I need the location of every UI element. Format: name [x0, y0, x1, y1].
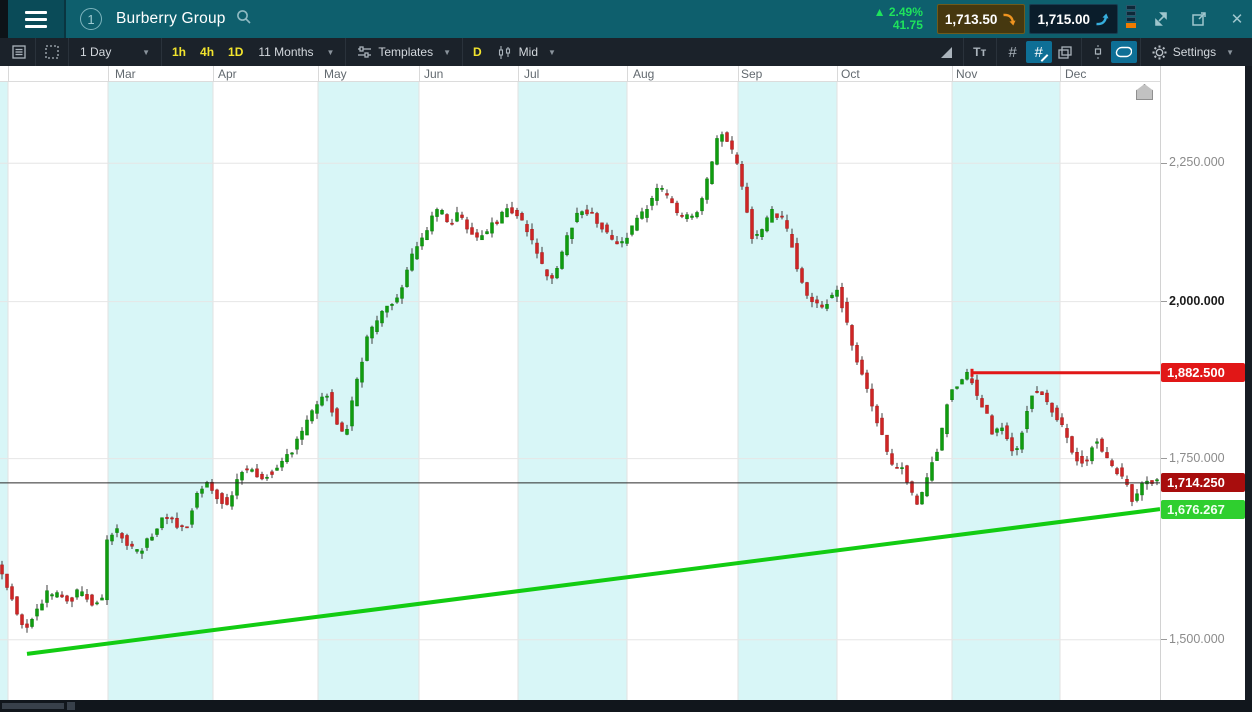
y-tick-mark — [1161, 162, 1167, 164]
current-price-label: 1,714.250 — [1161, 473, 1245, 493]
up-triangle-icon: ▲ — [873, 5, 886, 19]
y-tick-label: 1,750.000 — [1169, 450, 1225, 465]
hamburger-menu-button[interactable] — [8, 0, 66, 38]
windows-layers-icon[interactable] — [1052, 41, 1078, 63]
month-label: Oct — [841, 67, 860, 81]
instrument-title: Burberry Group — [116, 10, 226, 27]
price-up-arrow-icon — [1096, 13, 1109, 25]
sliders-icon — [358, 46, 372, 58]
month-separator — [419, 66, 420, 82]
resistance-price-label: 1,882.500 — [1161, 363, 1245, 383]
hamburger-icon — [25, 10, 47, 14]
chevron-down-icon: ▼ — [548, 47, 556, 57]
chevron-down-icon: ▼ — [142, 47, 150, 57]
titlebar-left-pad — [0, 0, 8, 38]
candlestick-icon — [498, 45, 510, 59]
month-separator — [108, 66, 109, 82]
change-absolute: 41.75 — [892, 18, 923, 32]
chart-toolbar: 1 Day ▼ 1h 4h 1D 11 Months ▼ Templates ▼… — [0, 38, 1252, 66]
month-separator — [518, 66, 519, 82]
daily-period-button[interactable]: D — [466, 41, 489, 63]
x-axis-month-header[interactable]: Mar Apr May Jun Jul Aug Sep Oct Nov Dec — [0, 66, 1160, 82]
grid-toggle-icon[interactable]: # — [1000, 41, 1026, 63]
price-style-dropdown[interactable]: Mid ▼ — [489, 40, 564, 64]
scrollbar-handle[interactable] — [67, 702, 75, 710]
market-depth-icon[interactable] — [1126, 5, 1138, 33]
search-icon[interactable] — [236, 9, 252, 30]
templates-dropdown[interactable]: Templates ▼ — [349, 40, 459, 64]
shape-tool-icon[interactable] — [1110, 41, 1137, 63]
y-tick-mark — [1161, 639, 1167, 641]
timeframe-4h-button[interactable]: 4h — [193, 41, 221, 63]
month-label: Sep — [741, 67, 763, 81]
window-number-badge: 1 — [80, 8, 102, 30]
chevron-down-icon: ▼ — [443, 47, 451, 57]
draw-tool-icon[interactable] — [934, 41, 960, 63]
window-right-edge — [1245, 66, 1252, 700]
sell-price-button[interactable]: 1,713.50 — [936, 4, 1026, 34]
month-separator — [1060, 66, 1061, 82]
price-chart[interactable]: Mar Apr May Jun Jul Aug Sep Oct Nov Dec 2,250.000… — [0, 66, 1252, 700]
change-block: ▲ 2.49% 41.75 — [874, 6, 923, 32]
y-tick-label: 2,250.000 — [1169, 155, 1225, 170]
month-separator — [837, 66, 838, 82]
month-label: May — [324, 67, 347, 81]
settings-button[interactable]: Settings ▼ — [1144, 40, 1242, 64]
candlestick-plot[interactable] — [0, 82, 1160, 700]
timeframe-1d-button[interactable]: 1D — [221, 41, 250, 63]
y-tick-label: 1,500.000 — [1169, 631, 1225, 646]
text-tool-icon[interactable]: Tᴛ — [967, 41, 993, 63]
month-separator — [318, 66, 319, 82]
close-icon[interactable]: ✕ — [1222, 5, 1252, 33]
order-list-icon[interactable] — [6, 41, 32, 63]
month-separator — [738, 66, 739, 82]
trading-app-window: 1 Burberry Group ▲ 2.49% 41.75 1,713.50 … — [0, 0, 1252, 712]
popout-icon[interactable] — [1184, 5, 1214, 33]
chart-range-dropdown[interactable]: 11 Months ▼ — [250, 40, 342, 64]
y-tick-mark — [1161, 301, 1167, 303]
chevron-down-icon: ▼ — [326, 47, 335, 57]
chevron-down-icon: ▼ — [1226, 47, 1234, 57]
month-separator — [8, 66, 9, 82]
month-separator — [952, 66, 953, 82]
gear-icon — [1152, 45, 1167, 59]
month-label: Nov — [956, 67, 978, 81]
timeframe-1h-button[interactable]: 1h — [165, 41, 193, 63]
month-separator — [627, 66, 628, 82]
candle-cursor-icon[interactable] — [1085, 41, 1111, 63]
y-tick-mark — [1161, 458, 1167, 460]
chart-period-dropdown[interactable]: 1 Day ▼ — [72, 40, 158, 64]
y-tick-label: 2,000.000 — [1169, 293, 1225, 308]
month-label: Mar — [115, 67, 136, 81]
grid-edit-icon[interactable]: # — [1025, 41, 1052, 63]
scrollbar-thumb[interactable] — [2, 703, 64, 709]
month-label: Aug — [633, 67, 655, 81]
buy-price-button[interactable]: 1,715.00 — [1029, 4, 1118, 34]
expand-icon[interactable] — [1146, 5, 1176, 33]
change-percent: 2.49% — [888, 5, 923, 19]
bottom-scrollbar[interactable] — [0, 700, 1252, 712]
month-separator — [213, 66, 214, 82]
trendline-price-label: 1,676.267 — [1161, 499, 1245, 519]
layout-grid-icon[interactable] — [39, 41, 65, 63]
title-bar: 1 Burberry Group ▲ 2.49% 41.75 1,713.50 … — [0, 0, 1252, 38]
price-down-arrow-icon — [1003, 13, 1016, 25]
month-label: Dec — [1065, 67, 1087, 81]
month-label: Apr — [218, 67, 237, 81]
month-label: Jun — [424, 67, 444, 81]
y-axis-price-scale[interactable]: 2,250.000 2,000.000 1,750.000 1,500.000 1,88… — [1160, 66, 1245, 700]
month-label: Jul — [524, 67, 540, 81]
